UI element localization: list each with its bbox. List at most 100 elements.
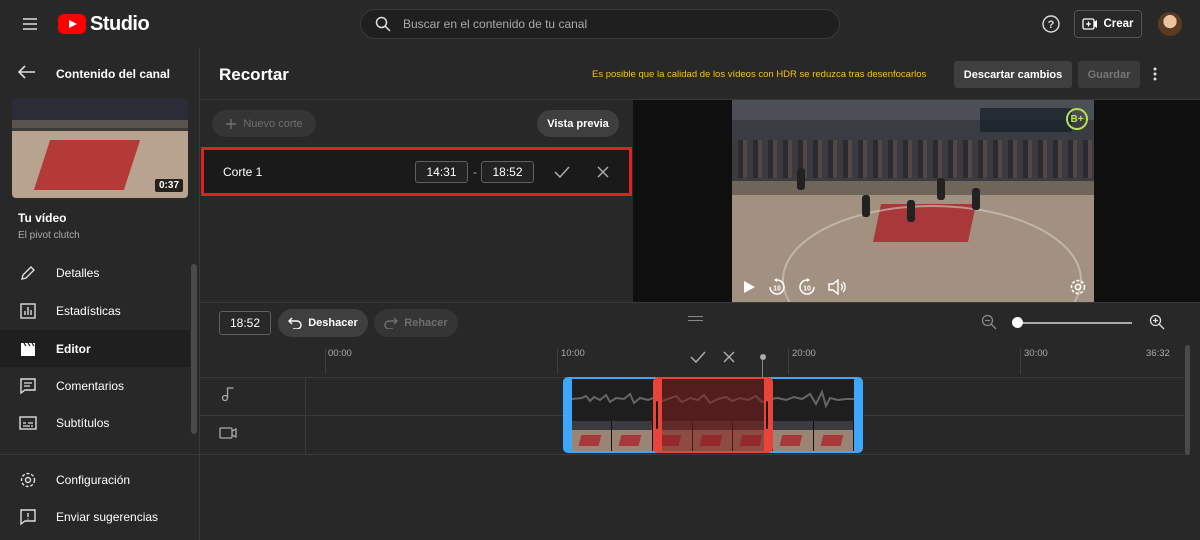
preview-button[interactable]: Vista previa — [537, 110, 619, 137]
forward-10-icon[interactable]: 10 — [798, 278, 816, 296]
sidebar-item-comments[interactable]: Comentarios — [0, 367, 190, 404]
hamburger-menu-icon[interactable] — [20, 14, 40, 34]
undo-icon — [288, 317, 302, 329]
sidebar-item-label: Editor — [56, 341, 91, 356]
ruler-tick — [788, 348, 789, 374]
plus-icon — [225, 118, 237, 130]
svg-text:?: ? — [1048, 19, 1055, 31]
editor-header: Recortar Es posible que la calidad de lo… — [200, 48, 1200, 100]
sidebar-divider — [0, 454, 199, 455]
analytics-icon — [0, 302, 56, 320]
discard-changes-button[interactable]: Descartar cambios — [954, 61, 1072, 88]
resize-grip[interactable] — [688, 316, 703, 321]
ruler-label: 36:32 — [1146, 348, 1170, 359]
video-controls: 10 10 — [742, 278, 846, 296]
check-icon[interactable] — [554, 165, 570, 179]
more-options-icon[interactable] — [1152, 66, 1158, 82]
cut-end-time-input[interactable]: 18:52 — [481, 161, 534, 183]
zoom-out-icon[interactable] — [981, 314, 997, 330]
playhead[interactable] — [760, 354, 766, 360]
timeline-separator — [200, 302, 1200, 303]
studio-logo[interactable]: Studio — [58, 11, 150, 37]
gear-icon — [0, 471, 56, 489]
audio-track-icon — [221, 386, 235, 402]
new-cut-button[interactable]: Nuevo corte — [212, 110, 316, 137]
channel-content-title: Contenido del canal — [56, 67, 171, 81]
undo-label: Deshacer — [308, 317, 358, 329]
ruler-label: 30:00 — [1024, 348, 1048, 359]
subtitles-icon — [0, 414, 56, 432]
your-video-label: Tu vídeo — [18, 211, 67, 225]
cut-row: Corte 1 14:31 - 18:52 — [201, 147, 632, 196]
sidebar-item-label: Estadísticas — [56, 303, 121, 318]
video-name: El pivot clutch — [18, 230, 80, 241]
timeline-check-icon[interactable] — [690, 350, 706, 364]
close-icon[interactable] — [596, 165, 610, 179]
undo-button[interactable]: Deshacer — [278, 309, 368, 337]
new-cut-label: Nuevo corte — [243, 117, 303, 130]
sidebar: Contenido del canal 0:37 Tu vídeo El piv… — [0, 48, 200, 540]
sidebar-item-subtitles[interactable]: Subtítulos — [0, 404, 190, 441]
create-button-label: Crear — [1103, 18, 1134, 30]
redo-button[interactable]: Rehacer — [374, 309, 458, 337]
video-track-icon — [219, 426, 237, 440]
feedback-icon — [0, 508, 56, 526]
back-arrow-icon[interactable] — [18, 65, 36, 79]
save-button[interactable]: Guardar — [1078, 61, 1140, 88]
time-separator: - — [473, 165, 477, 179]
search-bar[interactable] — [360, 9, 840, 39]
clapperboard-icon — [0, 340, 56, 358]
volume-icon[interactable] — [828, 279, 846, 295]
sidebar-item-label: Detalles — [56, 265, 100, 280]
cut-region[interactable] — [653, 377, 773, 453]
hdr-warning: Es posible que la calidad de los vídeos … — [592, 69, 927, 80]
create-button[interactable]: Crear — [1074, 10, 1142, 38]
page-title: Recortar — [219, 65, 289, 84]
cut-start-time-input[interactable]: 14:31 — [415, 161, 468, 183]
timeline-scrollbar[interactable] — [1185, 345, 1190, 455]
comment-icon — [0, 377, 56, 395]
video-player[interactable]: B+ — [732, 100, 1094, 302]
top-bar: Studio ? Crear — [0, 0, 1200, 48]
logo-text: Studio — [90, 12, 150, 35]
sidebar-item-analytics[interactable]: Estadísticas — [0, 292, 190, 329]
zoom-slider-handle[interactable] — [1012, 317, 1023, 328]
redo-label: Rehacer — [404, 317, 448, 329]
search-input[interactable] — [403, 17, 823, 31]
sidebar-item-label: Subtítulos — [56, 415, 110, 430]
sidebar-scrollbar[interactable] — [191, 264, 197, 434]
pencil-icon — [0, 264, 56, 282]
current-time-input[interactable]: 18:52 — [219, 311, 271, 335]
svg-text:10: 10 — [803, 286, 811, 293]
youtube-play-icon — [58, 14, 86, 34]
play-icon[interactable] — [742, 280, 756, 294]
sidebar-item-label: Enviar sugerencias — [56, 509, 159, 524]
sidebar-item-label: Configuración — [56, 472, 131, 487]
sidebar-item-feedback[interactable]: Enviar sugerencias — [0, 498, 190, 535]
svg-text:10: 10 — [773, 286, 781, 293]
timeline-close-icon[interactable] — [722, 350, 736, 364]
avatar[interactable] — [1158, 12, 1182, 36]
track-border — [200, 454, 1190, 455]
sidebar-item-details[interactable]: Detalles — [0, 254, 190, 291]
sidebar-item-editor[interactable]: Editor — [0, 330, 190, 367]
game-hud — [980, 108, 1072, 132]
ruler-label: 20:00 — [792, 348, 816, 359]
rewind-10-icon[interactable]: 10 — [768, 278, 786, 296]
video-thumbnail[interactable]: 0:37 — [12, 98, 188, 198]
zoom-slider-track[interactable] — [1016, 322, 1132, 324]
redo-icon — [384, 317, 399, 329]
grade-badge: B+ — [1066, 108, 1088, 130]
video-preview-panel: B+ 10 10 — [633, 100, 1200, 302]
help-icon[interactable]: ? — [1041, 14, 1061, 34]
playhead-line — [762, 360, 763, 378]
search-icon — [361, 16, 391, 32]
cut-label: Corte 1 — [223, 165, 263, 179]
sidebar-item-settings[interactable]: Configuración — [0, 461, 190, 498]
thumbnail-duration: 0:37 — [154, 179, 183, 192]
video-settings-icon[interactable] — [1069, 278, 1087, 296]
ruler-label: 00:00 — [328, 348, 352, 359]
ruler-tick — [557, 348, 558, 374]
zoom-in-icon[interactable] — [1149, 314, 1165, 330]
ruler-label: 10:00 — [561, 348, 585, 359]
